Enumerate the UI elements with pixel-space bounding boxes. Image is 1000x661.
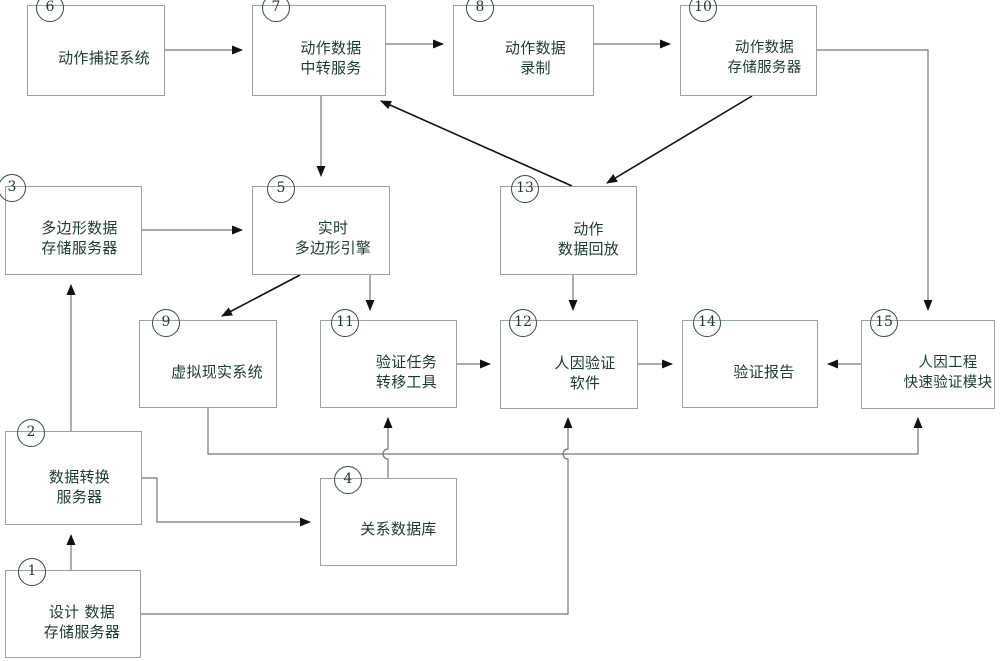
edge-5-to-9 (221, 274, 301, 317)
node-badge-7: 7 (262, 0, 290, 22)
node-13-motion-data-playback[interactable]: 13 动作 数据回放 (500, 175, 637, 275)
node-badge-3: 3 (0, 174, 26, 202)
node-4-label: 关系数据库 (360, 520, 437, 539)
node-badge-6: 6 (36, 0, 64, 22)
node-badge-10: 10 (689, 0, 717, 22)
node-5-label: 实时 多边形引擎 (294, 218, 372, 257)
node-1-design-data-storage-server[interactable]: 1 设计 数据 存储服务器 (5, 558, 141, 658)
system-architecture-diagram: 1 设计 数据 存储服务器 2 数据转换 服务器 3 多边形数据 存储服务器 4… (0, 0, 1000, 661)
node-9-label: 虚拟现实系统 (171, 363, 263, 382)
node-14-label: 验证报告 (733, 363, 795, 382)
node-14-validation-report[interactable]: 14 验证报告 (682, 309, 818, 408)
edge-2-to-4 (142, 477, 311, 527)
node-badge-4: 4 (334, 466, 362, 494)
node-11-label: 验证任务 转移工具 (375, 353, 438, 391)
node-2-data-conversion-server[interactable]: 2 数据转换 服务器 (5, 419, 142, 525)
node-9-virtual-reality-system[interactable]: 9 虚拟现实系统 (139, 309, 277, 408)
node-3-label: 多边形数据 存储服务器 (41, 218, 118, 257)
node-15-human-factors-rapid-validation-module[interactable]: 15 人因工程 快速验证模块 (861, 309, 995, 409)
edge-9-to-15 (207, 408, 923, 455)
node-3-polygon-data-storage-server[interactable]: 3 多边形数据 存储服务器 (0, 174, 142, 275)
node-badge-12: 12 (509, 309, 537, 337)
node-2-label: 数据转换 服务器 (48, 468, 111, 506)
node-5-realtime-polygon-engine[interactable]: 5 实时 多边形引擎 (252, 175, 390, 275)
node-10-motion-data-storage-server[interactable]: 10 动作数据 存储服务器 (680, 0, 817, 96)
node-11-validation-task-transfer-tool[interactable]: 11 验证任务 转移工具 (320, 309, 457, 408)
node-12-label: 人因验证 软件 (554, 353, 616, 392)
node-10-label: 动作数据 存储服务器 (727, 40, 802, 76)
node-badge-2: 2 (17, 419, 45, 447)
node-badge-5: 5 (267, 175, 295, 203)
edge-10-to-15 (817, 49, 933, 311)
node-7-motion-data-relay-service[interactable]: 7 动作数据 中转服务 (252, 0, 386, 96)
edge-4-to-11 (382, 417, 393, 478)
node-15-label: 人因工程 快速验证模块 (903, 355, 993, 391)
node-1-label: 设计 数据 存储服务器 (43, 603, 121, 641)
node-6-label: 动作捕捉系统 (58, 48, 150, 67)
node-badge-14: 14 (693, 309, 721, 337)
edge-13-to-7 (380, 100, 573, 187)
node-badge-1: 1 (18, 558, 46, 586)
node-8-motion-data-recording[interactable]: 8 动作数据 录制 (453, 0, 594, 96)
node-badge-8: 8 (466, 0, 494, 22)
node-7-label: 动作数据 中转服务 (300, 38, 362, 77)
node-12-human-factors-validation-software[interactable]: 12 人因验证 软件 (500, 309, 638, 409)
node-8-label: 动作数据 录制 (504, 38, 567, 77)
edge-10-to-13 (606, 95, 753, 184)
node-badge-15: 15 (870, 309, 898, 337)
node-badge-9: 9 (152, 309, 180, 337)
node-13-label: 动作 数据回放 (557, 219, 620, 258)
node-badge-11: 11 (331, 309, 359, 337)
node-4-relational-database[interactable]: 4 关系数据库 (320, 466, 457, 566)
node-6-motion-capture-system[interactable]: 6 动作捕捉系统 (27, 0, 165, 96)
node-badge-13: 13 (511, 175, 539, 203)
